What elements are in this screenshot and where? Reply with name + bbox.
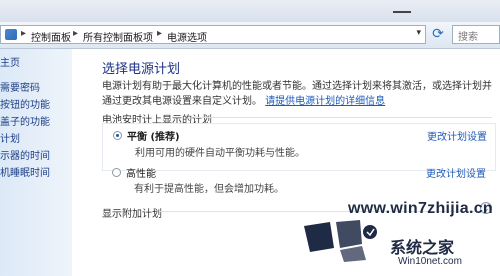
change-plan-settings-link[interactable]: 更改计划设置	[426, 165, 486, 180]
minimize-button[interactable]	[393, 3, 411, 13]
window-title-bar	[0, 0, 500, 22]
address-field[interactable]: ▸ 控制面板 ▸ 所有控制面板项 ▸ 电源选项 ▾	[0, 25, 426, 44]
sidebar-item-require-password[interactable]: 需要密码	[0, 79, 40, 94]
sidebar-item-display-off[interactable]: 示器的时间	[0, 147, 50, 162]
address-bar-row: ▸ 控制面板 ▸ 所有控制面板项 ▸ 电源选项 ▾ ⟳ 搜索	[0, 22, 500, 49]
sidebar-item-create-plan[interactable]: 计划	[0, 130, 20, 145]
breadcrumb-separator-icon[interactable]: ▸	[73, 28, 78, 39]
breadcrumb-control-panel[interactable]: 控制面板	[31, 29, 71, 44]
intro-text: 电源计划有助于最大化计算机的性能或者节能。通过选择计划来将其激活，或选择计划并通…	[102, 79, 492, 109]
change-plan-settings-link[interactable]: 更改计划设置	[427, 128, 487, 143]
page-title: 选择电源计划	[102, 62, 181, 77]
radio-high-performance[interactable]	[112, 168, 121, 177]
breadcrumb-power-options[interactable]: 电源选项	[167, 29, 207, 44]
control-panel-icon	[5, 29, 17, 40]
breadcrumb-all-items[interactable]: 所有控制面板项	[83, 29, 153, 44]
expand-chevron-icon[interactable]: ⌄	[480, 202, 492, 214]
main-content: 选择电源计划 电源计划有助于最大化计算机的性能或者节能。通过选择计划来将其激活，…	[72, 49, 500, 276]
sidebar-item-power-button[interactable]: 按钮的功能	[0, 96, 50, 111]
plan-description: 有利于提高性能，但会增加功耗。	[134, 184, 284, 195]
divider	[194, 117, 492, 118]
history-dropdown-icon[interactable]: ▾	[416, 28, 421, 38]
sidebar-item-lid[interactable]: 盖子的功能	[0, 113, 50, 128]
radio-balanced[interactable]	[113, 131, 122, 140]
sidebar-item-sleep-time[interactable]: 机睡眠时间	[0, 164, 50, 179]
breadcrumb-separator-icon[interactable]: ▸	[157, 28, 162, 39]
plan-details-link[interactable]: 请提供电源计划的详细信息	[265, 96, 385, 107]
plan-name: 平衡 (推荐)	[127, 132, 180, 143]
plan-name: 高性能	[126, 169, 156, 180]
divider	[160, 211, 478, 212]
search-input[interactable]: 搜索	[452, 25, 500, 44]
refresh-icon[interactable]: ⟳	[430, 26, 446, 42]
search-placeholder: 搜索	[458, 32, 478, 43]
plan-balanced[interactable]: 平衡 (推荐) 利用可用的硬件自动平衡功耗与性能。 更改计划设置	[102, 123, 496, 171]
sidebar-item-home[interactable]: 主页	[0, 54, 20, 69]
plan-description: 利用可用的硬件自动平衡功耗与性能。	[135, 148, 305, 159]
sidebar: 主页 需要密码 按钮的功能 盖子的功能 计划 示器的时间 机睡眠时间	[0, 49, 72, 276]
breadcrumb-separator-icon: ▸	[21, 28, 27, 39]
show-additional-plans-label[interactable]: 显示附加计划	[102, 205, 162, 220]
